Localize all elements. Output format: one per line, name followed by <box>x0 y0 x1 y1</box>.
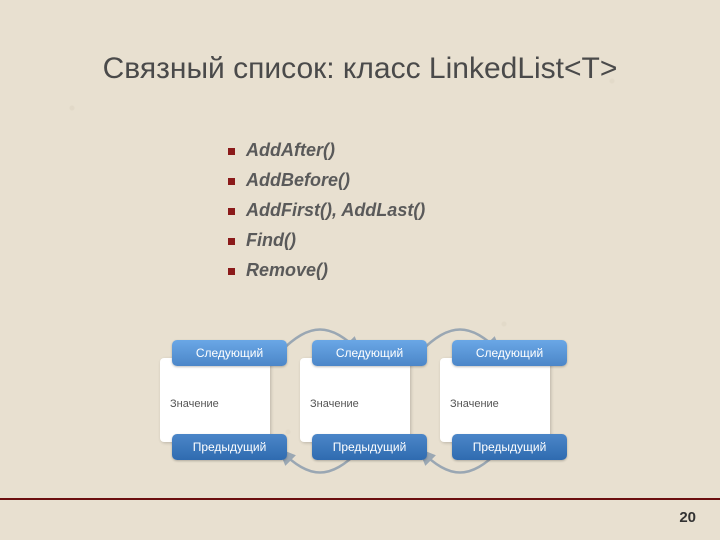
node-prev-label: Предыдущий <box>452 434 567 460</box>
node-next-label: Следующий <box>312 340 427 366</box>
linked-list-diagram: Значение Следующий Предыдущий Значение С… <box>160 340 580 500</box>
method-list: AddAfter() AddBefore() AddFirst(), AddLa… <box>228 140 425 290</box>
node-value-card: Значение <box>300 358 410 442</box>
node-value-card: Значение <box>160 358 270 442</box>
node-1: Значение Следующий Предыдущий <box>160 340 288 460</box>
list-item: AddAfter() <box>228 140 425 161</box>
node-3: Значение Следующий Предыдущий <box>440 340 568 460</box>
page-number: 20 <box>679 509 696 526</box>
list-item: AddBefore() <box>228 170 425 191</box>
node-value-card: Значение <box>440 358 550 442</box>
node-next-label: Следующий <box>172 340 287 366</box>
node-next-label: Следующий <box>452 340 567 366</box>
slide-title: Связный список: класс LinkedList<T> <box>0 52 720 86</box>
node-prev-label: Предыдущий <box>312 434 427 460</box>
list-item: AddFirst(), AddLast() <box>228 200 425 221</box>
list-item: Find() <box>228 230 425 251</box>
list-item: Remove() <box>228 260 425 281</box>
node-2: Значение Следующий Предыдущий <box>300 340 428 460</box>
footer-rule <box>0 498 720 500</box>
node-prev-label: Предыдущий <box>172 434 287 460</box>
